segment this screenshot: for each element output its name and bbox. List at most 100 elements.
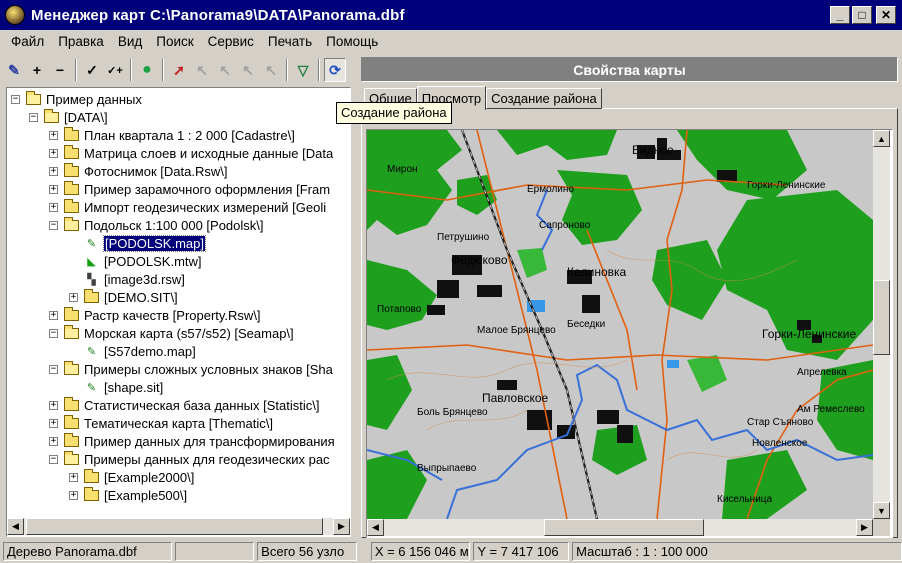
map-hscrollbar[interactable]: ◀ ▶: [367, 519, 873, 536]
status-tree-name: Дерево Panorama.dbf: [3, 542, 173, 561]
scroll-thumb[interactable]: [26, 518, 323, 535]
app-icon[interactable]: [5, 5, 25, 25]
collapse-icon[interactable]: −: [49, 220, 58, 230]
expand-icon[interactable]: +: [49, 130, 58, 140]
pointer-b-icon[interactable]: ↖: [214, 58, 236, 82]
create-region-icon[interactable]: ⟳: [324, 58, 346, 82]
expand-icon[interactable]: +: [69, 490, 78, 500]
collapse-icon[interactable]: −: [11, 94, 20, 104]
expand-icon[interactable]: +: [49, 166, 58, 176]
tree-item[interactable]: + [Example2000\]: [69, 468, 194, 486]
menu-bar: Файл Правка Вид Поиск Сервис Печать Помо…: [0, 30, 902, 52]
tree-item[interactable]: + Растр качеств [Property.Rsw\]: [49, 306, 261, 324]
expand-icon[interactable]: +: [49, 400, 58, 410]
map-image: Видное Ермолино Сапроново Федюково Калин…: [367, 130, 873, 519]
tree-item[interactable]: ◣ [PODOLSK.mtw]: [69, 252, 202, 270]
menu-print[interactable]: Печать: [261, 34, 319, 49]
menu-file[interactable]: Файл: [4, 34, 51, 49]
collapse-icon[interactable]: −: [49, 328, 58, 338]
map-view[interactable]: Видное Ермолино Сапроново Федюково Калин…: [366, 129, 893, 538]
expand-icon[interactable]: +: [49, 148, 58, 158]
filter-icon[interactable]: ▽: [292, 58, 314, 82]
check-plus-icon[interactable]: ✓+: [104, 58, 126, 82]
minimize-button[interactable]: _: [830, 6, 850, 24]
tree-item[interactable]: + Матрица слоев и исходные данные [Data: [49, 144, 333, 162]
menu-service[interactable]: Сервис: [201, 34, 261, 49]
tree-item[interactable]: + [DEMO.SIT\]: [69, 288, 178, 306]
add-icon[interactable]: +: [26, 58, 48, 82]
collapse-icon[interactable]: −: [49, 454, 58, 464]
scroll-right-icon[interactable]: ▶: [333, 518, 350, 535]
expand-icon[interactable]: +: [49, 310, 58, 320]
map-hscroll-thumb[interactable]: [544, 519, 704, 536]
tree-panel[interactable]: − Пример данных − [DATA\] + План квартала 1 :…: [6, 87, 351, 537]
scroll-left-icon[interactable]: ◀: [7, 518, 24, 535]
status-bar: Дерево Panorama.dbf Всего 56 узло X = 6 …: [0, 540, 902, 563]
expand-icon[interactable]: +: [49, 436, 58, 446]
tree-hscrollbar[interactable]: ◀ ▶: [7, 518, 350, 535]
pointer-c-icon[interactable]: ↖: [237, 58, 259, 82]
tree-item-label: [DEMO.SIT\]: [104, 289, 178, 305]
pointer-d-icon[interactable]: ↖: [260, 58, 282, 82]
map-file-icon: ✎: [86, 381, 97, 394]
check-icon[interactable]: ✓: [81, 58, 103, 82]
tree-item[interactable]: − Подольск 1:100 000 [Podolsk\]: [49, 216, 264, 234]
remove-icon[interactable]: −: [49, 58, 71, 82]
maximize-button[interactable]: □: [852, 6, 872, 24]
pointer-a-icon[interactable]: ↖: [191, 58, 213, 82]
select-tool-icon[interactable]: ➚: [168, 58, 190, 82]
map-vscroll-thumb[interactable]: [873, 280, 890, 355]
expand-icon[interactable]: +: [49, 184, 58, 194]
scroll-left-icon[interactable]: ◀: [367, 519, 384, 536]
tree-item[interactable]: + Тематическая карта [Thematic\]: [49, 414, 273, 432]
tree-item[interactable]: − [DATA\]: [29, 108, 108, 126]
folder-open-icon: [44, 108, 59, 123]
tree-item[interactable]: ✎ [S57demo.map]: [69, 342, 196, 360]
folder-icon: [64, 396, 79, 411]
map-label: Стар Съяново: [747, 417, 814, 428]
tree-item[interactable]: + План квартала 1 : 2 000 [Cadastre\]: [49, 126, 295, 144]
menu-search[interactable]: Поиск: [149, 34, 200, 49]
expand-icon[interactable]: +: [69, 292, 78, 302]
tree-item[interactable]: ▚ [image3d.rsw]: [69, 270, 185, 288]
tooltip: Создание района: [336, 102, 452, 124]
tree-item[interactable]: + Фотоснимок [Data.Rsw\]: [49, 162, 227, 180]
scroll-up-icon[interactable]: ▲: [873, 130, 890, 147]
expand-icon[interactable]: +: [49, 418, 58, 428]
tree-item[interactable]: + Пример данных для трансформирования: [49, 432, 335, 450]
menu-edit[interactable]: Правка: [51, 34, 111, 49]
tree-item[interactable]: ✎ [shape.sit]: [69, 378, 163, 396]
tree-item-label: [PODOLSK.mtw]: [104, 253, 202, 269]
collapse-icon[interactable]: −: [29, 112, 38, 122]
menu-help[interactable]: Помощь: [319, 34, 385, 49]
tree-item[interactable]: − Морская карта (s57/s52) [Seamap\]: [49, 324, 294, 342]
tree-item-label: [PODOLSK.map]: [103, 234, 206, 252]
scroll-down-icon[interactable]: ▼: [873, 502, 890, 519]
globe-icon[interactable]: ●: [136, 58, 158, 82]
tree-item[interactable]: − Примеры данных для геодезических рас: [49, 450, 330, 468]
folder-icon: [84, 486, 99, 501]
expand-icon[interactable]: +: [49, 202, 58, 212]
menu-view[interactable]: Вид: [111, 34, 149, 49]
tree-item[interactable]: + Пример зарамочного оформления [Fram: [49, 180, 330, 198]
folder-open-icon: [64, 216, 79, 231]
tree-item-label: [Example2000\]: [104, 469, 195, 485]
tree-item[interactable]: ✎ [PODOLSK.map]: [69, 234, 206, 252]
tree-view[interactable]: − Пример данных − [DATA\] + План квартала 1 :…: [7, 88, 350, 518]
map-label: Петрушино: [437, 232, 490, 243]
map-vscrollbar[interactable]: ▲ ▼: [873, 130, 890, 519]
map-canvas[interactable]: Видное Ермолино Сапроново Федюково Калин…: [367, 130, 873, 519]
map-label: Ермолино: [527, 184, 574, 195]
collapse-icon[interactable]: −: [49, 364, 58, 374]
tree-item[interactable]: + [Example500\]: [69, 486, 187, 504]
expand-icon[interactable]: +: [69, 472, 78, 482]
tree-item[interactable]: + Импорт геодезических измерений [Geoli: [49, 198, 326, 216]
edit-list-icon[interactable]: ✎: [3, 58, 25, 82]
tree-item[interactable]: − Пример данных: [11, 90, 142, 108]
close-button[interactable]: ✕: [876, 6, 896, 24]
tree-item[interactable]: − Примеры сложных условных знаков [Sha: [49, 360, 333, 378]
tree-item[interactable]: + Статистическая база данных [Statistic\]: [49, 396, 319, 414]
folder-open-icon: [64, 324, 79, 339]
scroll-right-icon[interactable]: ▶: [856, 519, 873, 536]
tab-create-region[interactable]: Создание района: [486, 88, 602, 109]
